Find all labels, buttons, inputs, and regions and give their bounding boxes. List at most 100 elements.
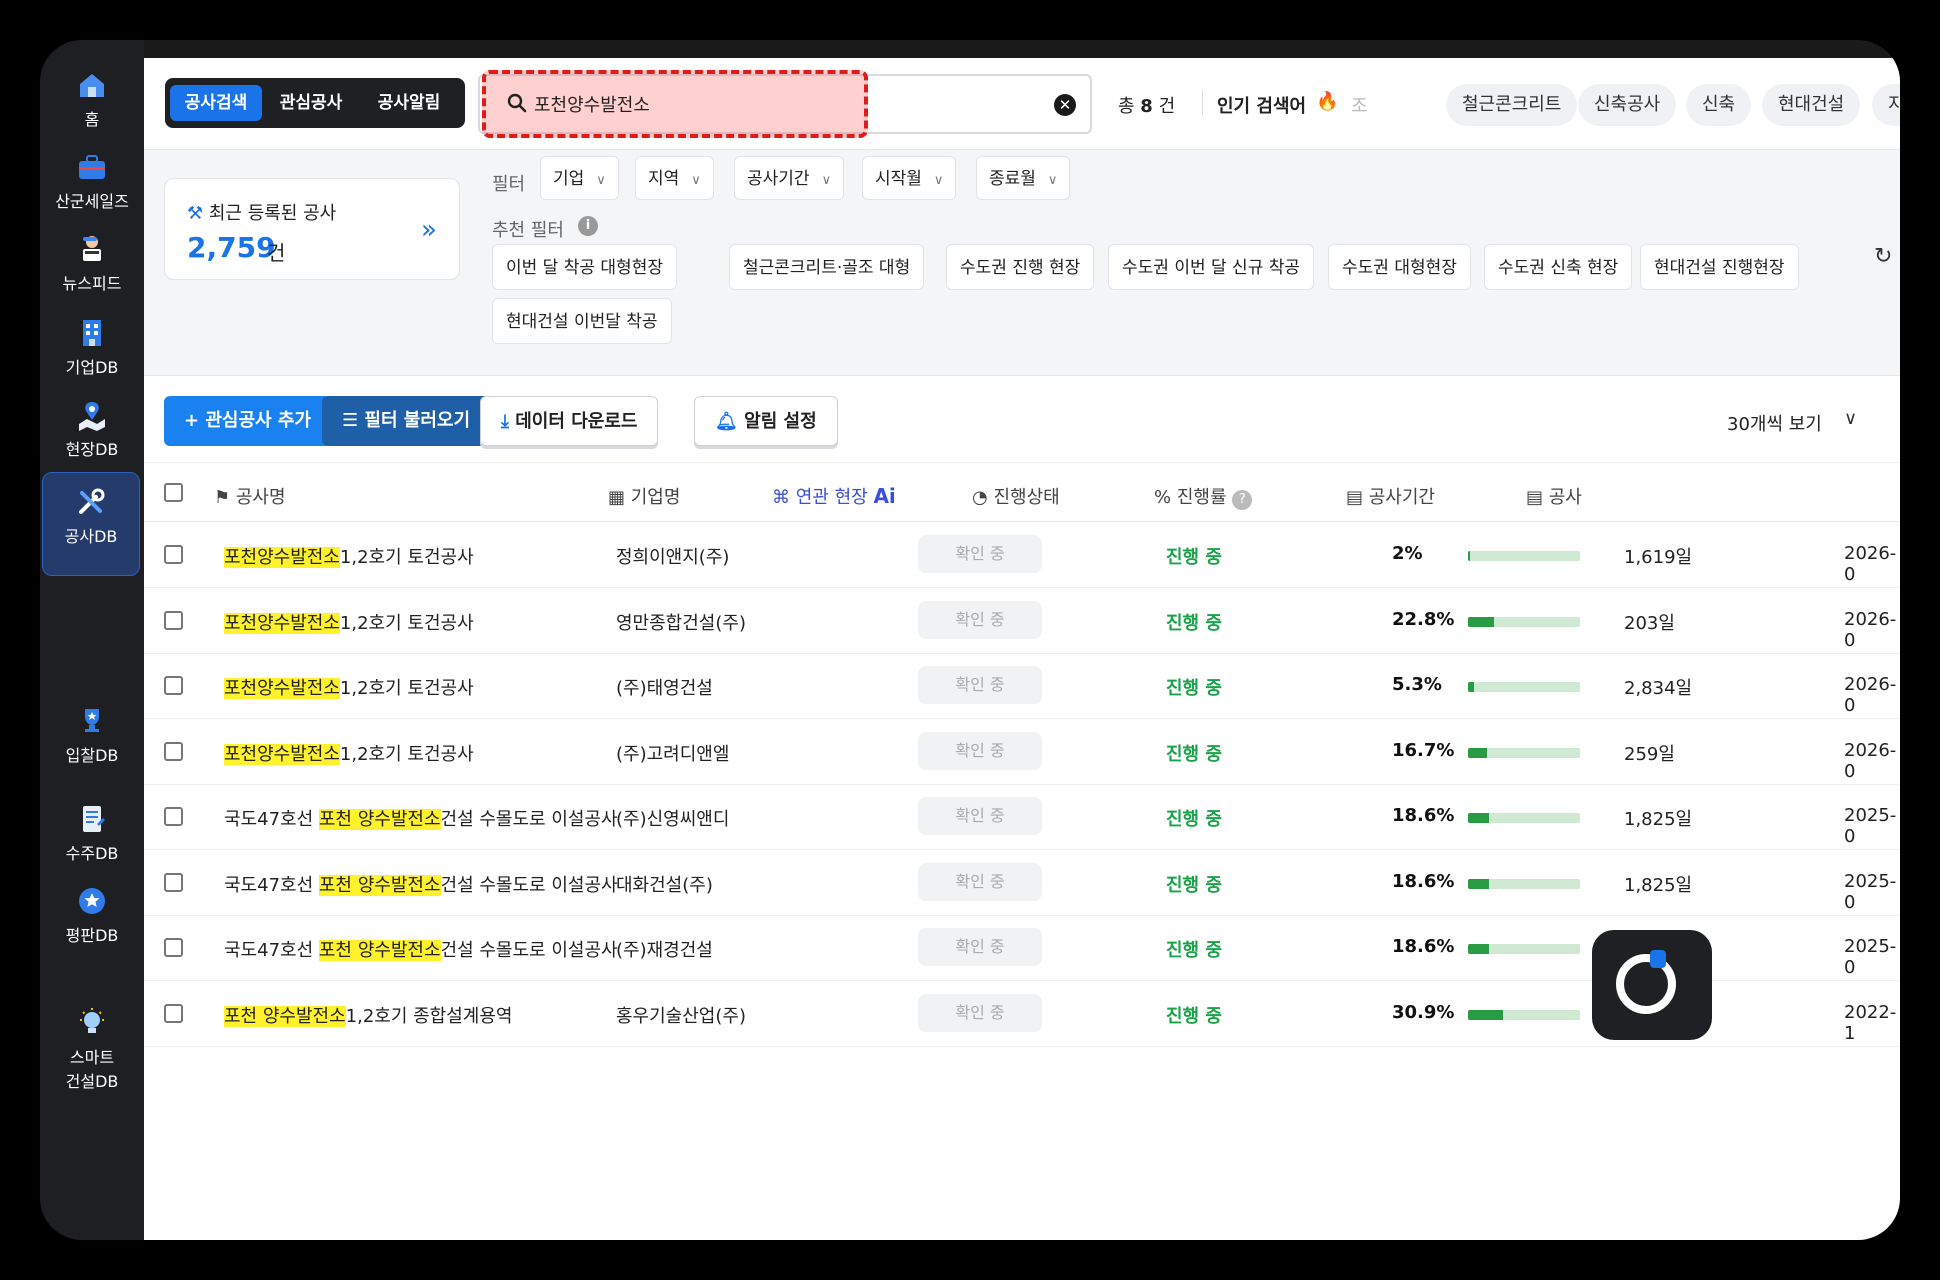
column-period[interactable]: ▤ 공사기간 bbox=[1346, 483, 1435, 509]
company-name[interactable]: 영만종합건설(주) bbox=[616, 609, 746, 635]
construction-name[interactable]: 포천양수발전소1,2호기 토건공사 bbox=[224, 674, 474, 700]
company-name[interactable]: (주)신영씨앤디 bbox=[616, 805, 729, 831]
construction-name[interactable]: 국도47호선 포천 양수발전소건설 수몰도로 이설공사 bbox=[224, 871, 618, 897]
recommended-filter[interactable]: 이번 달 착공 대형현장 bbox=[492, 244, 677, 290]
total-unit: 건 bbox=[1158, 96, 1176, 117]
column-related-site[interactable]: ⌘ 연관 현장 Ai bbox=[772, 483, 896, 509]
per-page-select[interactable]: 30개씩 보기 bbox=[1727, 410, 1822, 436]
row-checkbox[interactable] bbox=[164, 872, 183, 892]
sidebar-item-sales[interactable]: 산군세일즈 bbox=[40, 150, 144, 214]
tab-construction-search[interactable]: 공사검색 bbox=[170, 85, 262, 121]
chevron-down-icon: ∨ bbox=[1047, 173, 1058, 188]
filter-period-dropdown[interactable]: 공사기간 ∨ bbox=[734, 156, 845, 200]
alarm-settings-button[interactable]: 🔔︎ 알림 설정 bbox=[694, 396, 838, 446]
row-checkbox[interactable] bbox=[164, 741, 183, 761]
filter-company-dropdown[interactable]: 기업 ∨ bbox=[540, 156, 619, 200]
sidebar-item-label: 수주DB bbox=[65, 844, 119, 863]
recommended-filter[interactable]: 수도권 이번 달 신규 착공 bbox=[1108, 244, 1315, 290]
progress-bar bbox=[1468, 944, 1580, 954]
column-progress[interactable]: % 진행률 ? bbox=[1154, 483, 1253, 510]
company-name[interactable]: (주)재경건설 bbox=[616, 936, 713, 962]
filter-button-label: 공사기간 bbox=[747, 169, 810, 189]
filter-start-month-dropdown[interactable]: 시작월 ∨ bbox=[862, 156, 957, 200]
progress-text: 18.6% bbox=[1392, 870, 1455, 892]
refresh-icon[interactable]: ↻ bbox=[1874, 244, 1892, 269]
filter-region-dropdown[interactable]: 지역 ∨ bbox=[635, 156, 714, 200]
table-row[interactable]: 포천양수발전소1,2호기 토건공사 (주)태영건설 확인 중 진행 중 5.3% 2,83… bbox=[144, 654, 1900, 719]
progress-bar-fill bbox=[1468, 944, 1489, 954]
sidebar-item-site-db[interactable]: 현장DB bbox=[40, 398, 144, 462]
column-company[interactable]: ▦ 기업명 bbox=[608, 483, 680, 509]
row-checkbox[interactable] bbox=[164, 1003, 183, 1023]
recommended-filter[interactable]: 수도권 진행 현장 bbox=[946, 244, 1095, 290]
column-status[interactable]: ◔ 진행상태 bbox=[972, 483, 1060, 509]
sidebar-item-construction-db[interactable]: 공사DB bbox=[42, 472, 140, 576]
construction-name[interactable]: 포천 양수발전소1,2호기 종합설계용역 bbox=[224, 1002, 512, 1028]
recommended-filter[interactable]: 수도권 신축 현장 bbox=[1484, 244, 1633, 290]
sidebar-item-smart-construction-db[interactable]: 스마트 건설DB bbox=[40, 1006, 144, 1094]
chat-support-button[interactable] bbox=[1592, 930, 1712, 1040]
recommended-filter[interactable]: 현대건설 이번달 착공 bbox=[492, 298, 672, 344]
popular-chip[interactable]: 철근콘크리트 bbox=[1446, 84, 1578, 126]
progress-text: 18.6% bbox=[1392, 936, 1455, 957]
company-name[interactable]: 정희이앤지(주) bbox=[616, 543, 729, 569]
sidebar-item-company-db[interactable]: 기업DB bbox=[40, 316, 144, 380]
popular-chip[interactable]: 신축공사 bbox=[1578, 84, 1677, 126]
load-filter-button[interactable]: ☰ 필터 불러오기 bbox=[322, 396, 491, 446]
recommended-filter[interactable]: 현대건설 진행현장 bbox=[1640, 244, 1799, 290]
recent-registered-card[interactable]: ⚒ 최근 등록된 공사 2,759 건 » bbox=[164, 178, 460, 280]
company-name[interactable]: (주)태영건설 bbox=[616, 674, 713, 700]
help-icon[interactable]: ? bbox=[1232, 490, 1253, 510]
recommended-filter[interactable]: 철근콘크리트·골조 대형 bbox=[729, 244, 925, 290]
add-interest-button[interactable]: + 관심공사 추가 bbox=[164, 396, 331, 446]
popular-chip[interactable]: 지에스 bbox=[1872, 84, 1900, 126]
sidebar-item-newsfeed[interactable]: 뉴스피드 bbox=[40, 232, 144, 296]
popular-chip[interactable]: 현대건설 bbox=[1762, 84, 1861, 126]
sidebar-item-reputation-db[interactable]: 평판DB bbox=[40, 884, 144, 948]
table-row[interactable]: 포천양수발전소1,2호기 토건공사 (주)고려디앤엘 확인 중 진행 중 16.7% 25… bbox=[144, 720, 1900, 785]
sidebar-item-order-db[interactable]: 수주DB bbox=[40, 802, 144, 866]
briefcase-icon bbox=[79, 155, 105, 179]
info-icon[interactable]: i bbox=[578, 216, 598, 236]
star-badge-icon bbox=[79, 888, 105, 914]
column-name[interactable]: ⚑ 공사명 bbox=[214, 483, 286, 509]
filter-end-month-dropdown[interactable]: 종료월 ∨ bbox=[976, 156, 1071, 200]
tab-interest-construction[interactable]: 관심공사 bbox=[265, 85, 357, 121]
double-chevron-right-icon[interactable]: » bbox=[421, 215, 437, 245]
construction-name[interactable]: 국도47호선 포천 양수발전소건설 수몰도로 이설공사 bbox=[224, 936, 618, 962]
chevron-down-icon[interactable]: ∨ bbox=[1844, 408, 1857, 429]
select-all-checkbox[interactable] bbox=[164, 483, 183, 502]
construction-name[interactable]: 국도47호선 포천 양수발전소건설 수몰도로 이설공사 bbox=[224, 805, 618, 831]
construction-name[interactable]: 포천양수발전소1,2호기 토건공사 bbox=[224, 543, 474, 569]
status-text: 진행 중 bbox=[1166, 547, 1222, 568]
row-checkbox[interactable] bbox=[164, 807, 183, 826]
table-row[interactable]: 포천양수발전소1,2호기 토건공사 영만종합건설(주) 확인 중 진행 중 22.8% 2… bbox=[144, 589, 1900, 654]
company-name[interactable]: (주)고려디앤엘 bbox=[616, 740, 729, 766]
row-checkbox[interactable] bbox=[164, 938, 183, 957]
construction-name[interactable]: 포천양수발전소1,2호기 토건공사 bbox=[224, 609, 474, 635]
search-input[interactable]: 포천양수발전소 bbox=[534, 91, 650, 117]
column-start[interactable]: ▤ 공사 bbox=[1526, 483, 1582, 509]
download-data-button[interactable]: ⤓ 데이터 다운로드 bbox=[480, 396, 659, 446]
recent-card-title: ⚒ 최근 등록된 공사 bbox=[187, 199, 336, 225]
row-checkbox[interactable] bbox=[164, 676, 183, 695]
sidebar-item-label: 스마트 bbox=[69, 1048, 115, 1067]
sidebar-item-bid-db[interactable]: 입찰DB bbox=[40, 704, 144, 768]
row-checkbox[interactable] bbox=[164, 610, 183, 630]
progress-bar-fill bbox=[1468, 616, 1494, 627]
clear-search-icon[interactable]: ✕ bbox=[1054, 94, 1076, 116]
construction-name[interactable]: 포천양수발전소1,2호기 토건공사 bbox=[224, 740, 474, 766]
device-frame: 홈 산군세일즈 뉴스피드 기업DB 현장DB 공사DB 입찰DB 수주DB 평판… bbox=[0, 0, 1940, 1280]
company-name[interactable]: 홍우기술산업(주) bbox=[616, 1002, 746, 1028]
table-row[interactable]: 포천양수발전소1,2호기 토건공사 정희이앤지(주) 확인 중 진행 중 2% 1,619… bbox=[144, 523, 1900, 588]
company-name[interactable]: 대화건설(주) bbox=[616, 871, 713, 897]
alarm-label: 알림 설정 bbox=[744, 411, 817, 432]
tab-construction-alerts[interactable]: 공사알림 bbox=[363, 85, 455, 121]
document-icon bbox=[83, 806, 105, 832]
row-checkbox[interactable] bbox=[164, 545, 183, 564]
table-row[interactable]: 국도47호선 포천 양수발전소건설 수몰도로 이설공사 대화건설(주) 확인 중 진행… bbox=[144, 851, 1900, 916]
popular-chip[interactable]: 신축 bbox=[1686, 84, 1752, 126]
recommended-filter[interactable]: 수도권 대형현장 bbox=[1328, 244, 1471, 290]
table-row[interactable]: 국도47호선 포천 양수발전소건설 수몰도로 이설공사 (주)신영씨앤디 확인 중 진… bbox=[144, 785, 1900, 850]
sidebar-item-home[interactable]: 홈 bbox=[40, 68, 144, 132]
